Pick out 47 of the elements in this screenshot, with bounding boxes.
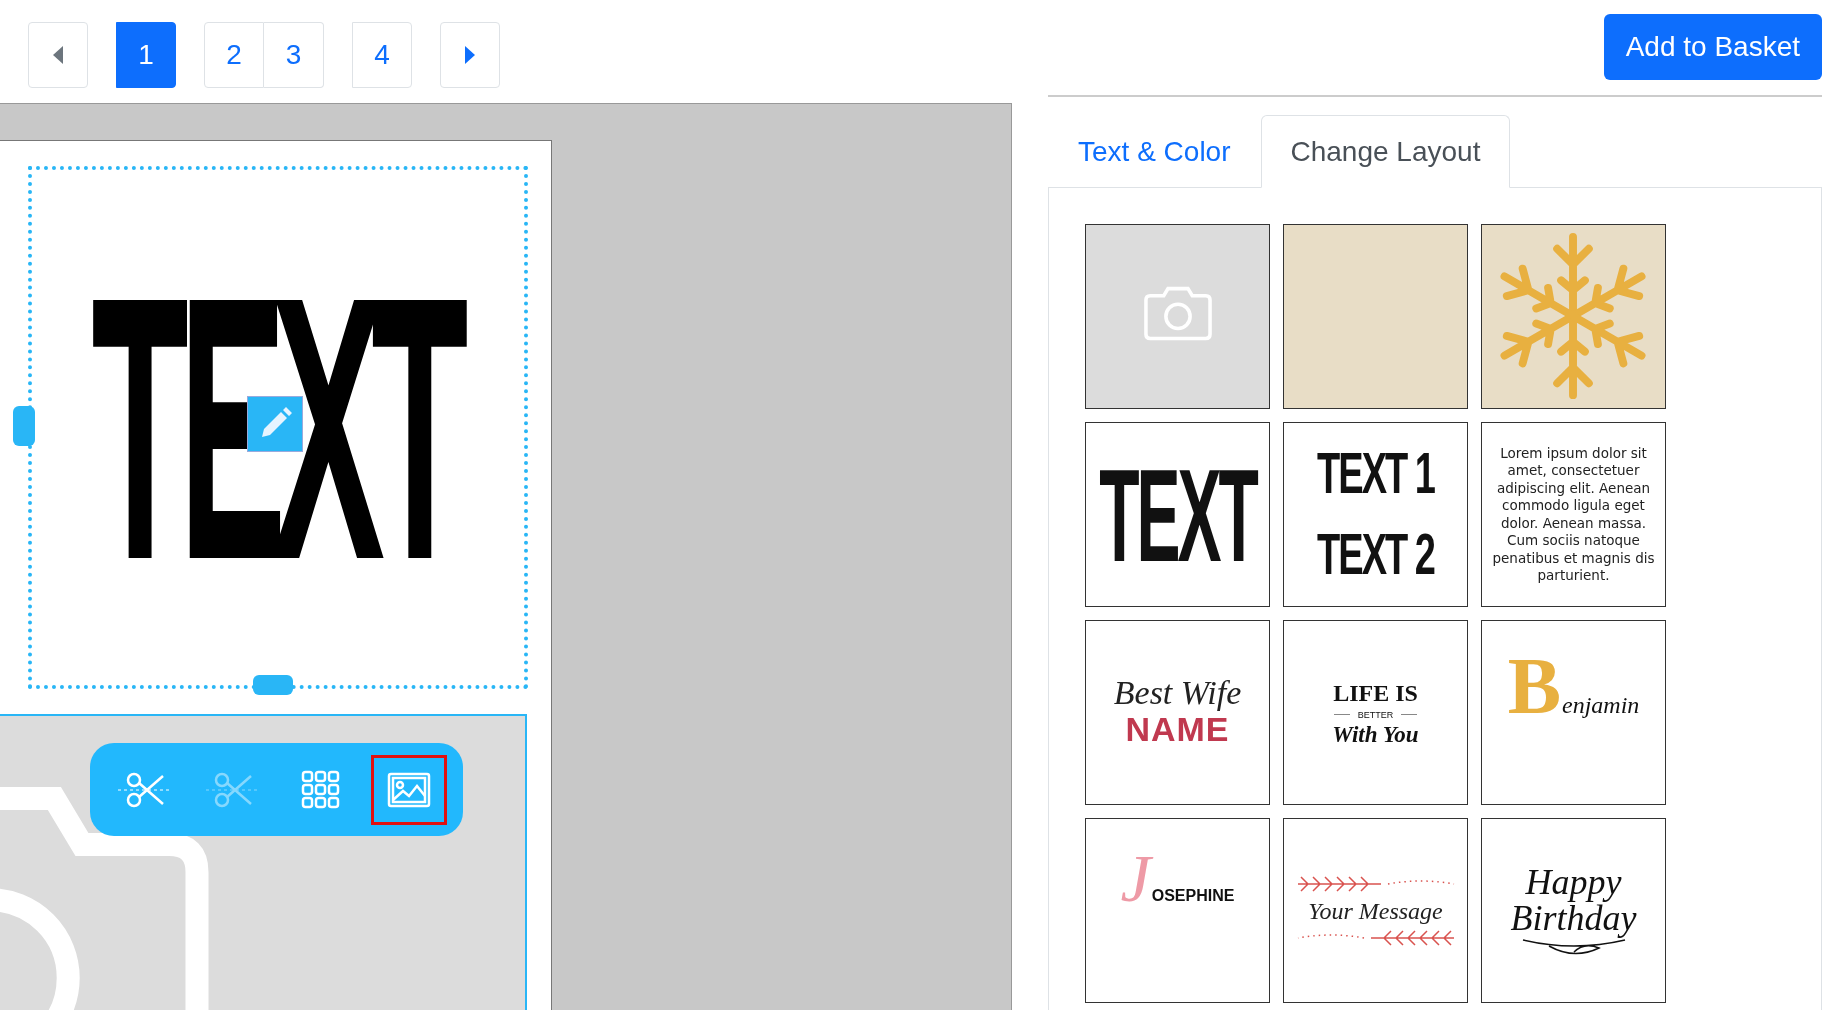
layout-text: Happy bbox=[1525, 863, 1622, 900]
image-icon bbox=[386, 771, 431, 808]
layout-text: Best Wife bbox=[1113, 676, 1242, 710]
layout-text: Lorem ipsum dolor sit amet, consectetuer adipiscing elit. Aenean commodo ligula eget dolor. Aenean massa. Cum sociis natoque penatibus et magnis dis parturient. bbox=[1491, 444, 1656, 585]
layout-text: NAME bbox=[1125, 710, 1230, 749]
layout-text: With You bbox=[1332, 722, 1419, 746]
resize-handle[interactable] bbox=[13, 406, 35, 446]
photo-placeholder[interactable] bbox=[0, 714, 527, 1010]
layout-text: Your Message bbox=[1308, 898, 1443, 923]
caret-icon bbox=[52, 44, 64, 65]
layout-option[interactable]: Best Wife NAME bbox=[1085, 620, 1270, 805]
layout-option[interactable]: JOSEPHINE bbox=[1085, 818, 1270, 1003]
layout-option[interactable] bbox=[1283, 224, 1468, 409]
design-text[interactable]: TEXT bbox=[94, 255, 462, 600]
tab[interactable]: Text & Color bbox=[1048, 115, 1261, 188]
layout-option[interactable]: TEXT bbox=[1085, 422, 1270, 607]
layout-text: OSEPHINE bbox=[1151, 887, 1235, 905]
layout-option[interactable]: Benjamin bbox=[1481, 620, 1666, 805]
layout-option[interactable] bbox=[1085, 224, 1270, 409]
layout-text: enjamin bbox=[1562, 693, 1640, 717]
layout-option[interactable]: TEXT 1 TEXT 2 bbox=[1283, 422, 1468, 607]
edit-button[interactable] bbox=[247, 396, 303, 452]
caret-icon bbox=[464, 44, 476, 65]
next-page-button[interactable] bbox=[440, 21, 500, 88]
layout-text: TEXT 2 bbox=[1317, 522, 1434, 588]
layout-option[interactable]: LIFE IS BETTER With You bbox=[1283, 620, 1468, 805]
layout-option[interactable]: Your Message bbox=[1283, 818, 1468, 1003]
resize-handle[interactable] bbox=[253, 675, 293, 695]
layout-text: TEXT bbox=[1099, 439, 1256, 591]
layout-text: LIFE IS bbox=[1333, 679, 1418, 707]
layout-option[interactable] bbox=[1481, 224, 1666, 409]
grid-icon bbox=[300, 769, 341, 810]
divider-line bbox=[1333, 714, 1350, 715]
layout-text: B bbox=[1507, 641, 1561, 732]
camera-icon bbox=[1145, 288, 1211, 339]
page-button[interactable]: 2 bbox=[204, 21, 264, 88]
page-button[interactable]: 1 bbox=[116, 21, 176, 88]
layout-option[interactable]: Lorem ipsum dolor sit amet, consectetuer adipiscing elit. Aenean commodo ligula eget dolor. Aenean massa. Cum sociis natoque penatibus et magnis dis parturient. bbox=[1481, 422, 1666, 607]
page-button[interactable]: 3 bbox=[264, 21, 324, 88]
toolbar-button[interactable] bbox=[370, 754, 447, 825]
divider-line bbox=[1401, 714, 1418, 715]
layout-text: TEXT 1 bbox=[1317, 441, 1434, 507]
layout-text: BETTER bbox=[1357, 709, 1394, 720]
add-to-basket-button[interactable]: Add to Basket bbox=[1603, 14, 1822, 80]
page-button[interactable]: 4 bbox=[352, 21, 412, 88]
tab[interactable]: Change Layout bbox=[1260, 115, 1511, 188]
snowflake-icon bbox=[1500, 232, 1646, 400]
